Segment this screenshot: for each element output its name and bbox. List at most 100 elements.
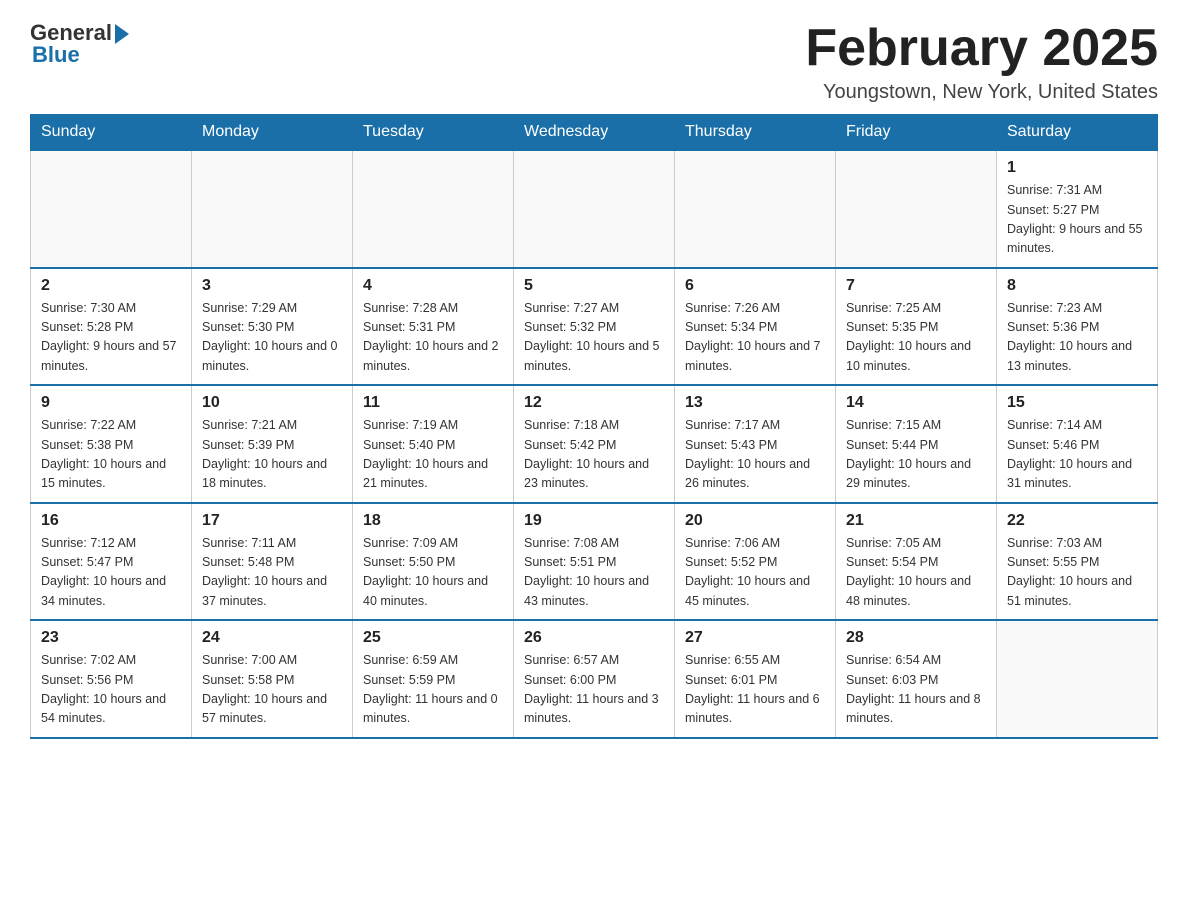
day-of-week-header: Wednesday — [514, 115, 675, 151]
day-of-week-header: Monday — [192, 115, 353, 151]
calendar-day-cell: 26 Sunrise: 6:57 AM Sunset: 6:00 PM Dayli… — [514, 620, 675, 738]
calendar-day-cell: 14 Sunrise: 7:15 AM Sunset: 5:44 PM Dayli… — [836, 385, 997, 503]
calendar-day-cell: 24Sunrise: 7:00 AM Sunset: 5:58 PM Dayli… — [192, 620, 353, 738]
calendar-day-cell: 9Sunrise: 7:22 AM Sunset: 5:38 PM Daylig… — [31, 385, 192, 503]
calendar-day-cell: 22 Sunrise: 7:03 AM Sunset: 5:55 PM Dayli… — [997, 503, 1158, 621]
calendar-day-cell: 13 Sunrise: 7:17 AM Sunset: 5:43 PM Dayli… — [675, 385, 836, 503]
calendar-day-cell — [836, 150, 997, 268]
calendar-day-cell: 10 Sunrise: 7:21 AM Sunset: 5:39 PM Dayli… — [192, 385, 353, 503]
day-number: 18 — [363, 512, 503, 530]
day-info: Sunrise: 6:54 AM Sunset: 6:03 PM Dayligh… — [846, 651, 986, 729]
day-number: 2 — [41, 277, 181, 295]
calendar-day-cell: 7 Sunrise: 7:25 AM Sunset: 5:35 PM Daylig… — [836, 268, 997, 386]
day-number: 15 — [1007, 394, 1147, 412]
day-info: Sunrise: 7:18 AM Sunset: 5:42 PM Dayligh… — [524, 416, 664, 494]
day-number: 3 — [202, 277, 342, 295]
day-number: 14 — [846, 394, 986, 412]
day-info: Sunrise: 7:31 AM Sunset: 5:27 PM Dayligh… — [1007, 181, 1147, 259]
calendar-day-cell: 11Sunrise: 7:19 AM Sunset: 5:40 PM Dayli… — [353, 385, 514, 503]
day-of-week-header: Saturday — [997, 115, 1158, 151]
calendar-day-cell — [675, 150, 836, 268]
calendar-day-cell — [997, 620, 1158, 738]
day-info: Sunrise: 7:06 AM Sunset: 5:52 PM Dayligh… — [685, 534, 825, 612]
calendar-day-cell: 17 Sunrise: 7:11 AM Sunset: 5:48 PM Dayli… — [192, 503, 353, 621]
day-of-week-header: Tuesday — [353, 115, 514, 151]
calendar-day-cell: 15 Sunrise: 7:14 AM Sunset: 5:46 PM Dayli… — [997, 385, 1158, 503]
day-info: Sunrise: 6:55 AM Sunset: 6:01 PM Dayligh… — [685, 651, 825, 729]
day-number: 17 — [202, 512, 342, 530]
day-info: Sunrise: 7:09 AM Sunset: 5:50 PM Dayligh… — [363, 534, 503, 612]
calendar-day-cell: 25Sunrise: 6:59 AM Sunset: 5:59 PM Dayli… — [353, 620, 514, 738]
calendar-day-cell: 19 Sunrise: 7:08 AM Sunset: 5:51 PM Dayli… — [514, 503, 675, 621]
day-info: Sunrise: 7:05 AM Sunset: 5:54 PM Dayligh… — [846, 534, 986, 612]
day-number: 20 — [685, 512, 825, 530]
day-number: 11 — [363, 394, 503, 412]
day-info: Sunrise: 7:30 AM Sunset: 5:28 PM Dayligh… — [41, 299, 181, 377]
calendar-day-cell: 3 Sunrise: 7:29 AM Sunset: 5:30 PM Daylig… — [192, 268, 353, 386]
calendar-day-cell — [514, 150, 675, 268]
day-number: 13 — [685, 394, 825, 412]
title-block: February 2025 Youngstown, New York, Unit… — [805, 20, 1158, 104]
day-number: 1 — [1007, 159, 1147, 177]
calendar-day-cell: 2 Sunrise: 7:30 AM Sunset: 5:28 PM Daylig… — [31, 268, 192, 386]
calendar-day-cell: 5 Sunrise: 7:27 AM Sunset: 5:32 PM Daylig… — [514, 268, 675, 386]
day-info: Sunrise: 7:28 AM Sunset: 5:31 PM Dayligh… — [363, 299, 503, 377]
calendar-day-cell — [31, 150, 192, 268]
day-of-week-header: Sunday — [31, 115, 192, 151]
day-of-week-header: Friday — [836, 115, 997, 151]
calendar-day-cell — [192, 150, 353, 268]
calendar-day-cell: 16 Sunrise: 7:12 AM Sunset: 5:47 PM Dayli… — [31, 503, 192, 621]
day-info: Sunrise: 7:02 AM Sunset: 5:56 PM Dayligh… — [41, 651, 181, 729]
calendar-day-cell: 20 Sunrise: 7:06 AM Sunset: 5:52 PM Dayli… — [675, 503, 836, 621]
calendar-day-cell — [353, 150, 514, 268]
day-number: 7 — [846, 277, 986, 295]
day-number: 5 — [524, 277, 664, 295]
calendar-day-cell: 21 Sunrise: 7:05 AM Sunset: 5:54 PM Dayli… — [836, 503, 997, 621]
day-number: 6 — [685, 277, 825, 295]
logo-blue-text: Blue — [32, 42, 80, 68]
day-info: Sunrise: 7:25 AM Sunset: 5:35 PM Dayligh… — [846, 299, 986, 377]
day-number: 4 — [363, 277, 503, 295]
day-info: Sunrise: 7:21 AM Sunset: 5:39 PM Dayligh… — [202, 416, 342, 494]
logo: General Blue — [30, 20, 129, 68]
calendar-week-row: 9Sunrise: 7:22 AM Sunset: 5:38 PM Daylig… — [31, 385, 1158, 503]
day-info: Sunrise: 7:08 AM Sunset: 5:51 PM Dayligh… — [524, 534, 664, 612]
day-number: 25 — [363, 629, 503, 647]
day-number: 28 — [846, 629, 986, 647]
day-number: 19 — [524, 512, 664, 530]
day-info: Sunrise: 7:29 AM Sunset: 5:30 PM Dayligh… — [202, 299, 342, 377]
calendar-week-row: 2 Sunrise: 7:30 AM Sunset: 5:28 PM Daylig… — [31, 268, 1158, 386]
calendar-day-cell: 28 Sunrise: 6:54 AM Sunset: 6:03 PM Dayli… — [836, 620, 997, 738]
calendar-day-cell: 6 Sunrise: 7:26 AM Sunset: 5:34 PM Daylig… — [675, 268, 836, 386]
calendar-day-cell: 4 Sunrise: 7:28 AM Sunset: 5:31 PM Daylig… — [353, 268, 514, 386]
logo-arrow-icon — [115, 24, 129, 44]
day-number: 8 — [1007, 277, 1147, 295]
calendar-day-cell: 8Sunrise: 7:23 AM Sunset: 5:36 PM Daylig… — [997, 268, 1158, 386]
day-info: Sunrise: 7:17 AM Sunset: 5:43 PM Dayligh… — [685, 416, 825, 494]
calendar-week-row: 1 Sunrise: 7:31 AM Sunset: 5:27 PM Daylig… — [31, 150, 1158, 268]
day-number: 10 — [202, 394, 342, 412]
calendar-day-cell: 1 Sunrise: 7:31 AM Sunset: 5:27 PM Daylig… — [997, 150, 1158, 268]
calendar-week-row: 23Sunrise: 7:02 AM Sunset: 5:56 PM Dayli… — [31, 620, 1158, 738]
calendar-day-cell: 27Sunrise: 6:55 AM Sunset: 6:01 PM Dayli… — [675, 620, 836, 738]
day-number: 22 — [1007, 512, 1147, 530]
day-number: 21 — [846, 512, 986, 530]
day-info: Sunrise: 7:27 AM Sunset: 5:32 PM Dayligh… — [524, 299, 664, 377]
day-info: Sunrise: 7:11 AM Sunset: 5:48 PM Dayligh… — [202, 534, 342, 612]
calendar-day-cell: 23Sunrise: 7:02 AM Sunset: 5:56 PM Dayli… — [31, 620, 192, 738]
calendar-day-cell: 18 Sunrise: 7:09 AM Sunset: 5:50 PM Dayli… — [353, 503, 514, 621]
day-number: 16 — [41, 512, 181, 530]
day-info: Sunrise: 7:26 AM Sunset: 5:34 PM Dayligh… — [685, 299, 825, 377]
calendar-table: SundayMondayTuesdayWednesdayThursdayFrid… — [30, 114, 1158, 739]
day-info: Sunrise: 7:12 AM Sunset: 5:47 PM Dayligh… — [41, 534, 181, 612]
calendar-day-cell: 12Sunrise: 7:18 AM Sunset: 5:42 PM Dayli… — [514, 385, 675, 503]
calendar-header-row: SundayMondayTuesdayWednesdayThursdayFrid… — [31, 115, 1158, 151]
day-info: Sunrise: 7:14 AM Sunset: 5:46 PM Dayligh… — [1007, 416, 1147, 494]
day-info: Sunrise: 7:00 AM Sunset: 5:58 PM Dayligh… — [202, 651, 342, 729]
day-info: Sunrise: 7:22 AM Sunset: 5:38 PM Dayligh… — [41, 416, 181, 494]
day-number: 26 — [524, 629, 664, 647]
day-info: Sunrise: 7:15 AM Sunset: 5:44 PM Dayligh… — [846, 416, 986, 494]
day-info: Sunrise: 7:03 AM Sunset: 5:55 PM Dayligh… — [1007, 534, 1147, 612]
month-title: February 2025 — [805, 20, 1158, 77]
day-info: Sunrise: 6:57 AM Sunset: 6:00 PM Dayligh… — [524, 651, 664, 729]
